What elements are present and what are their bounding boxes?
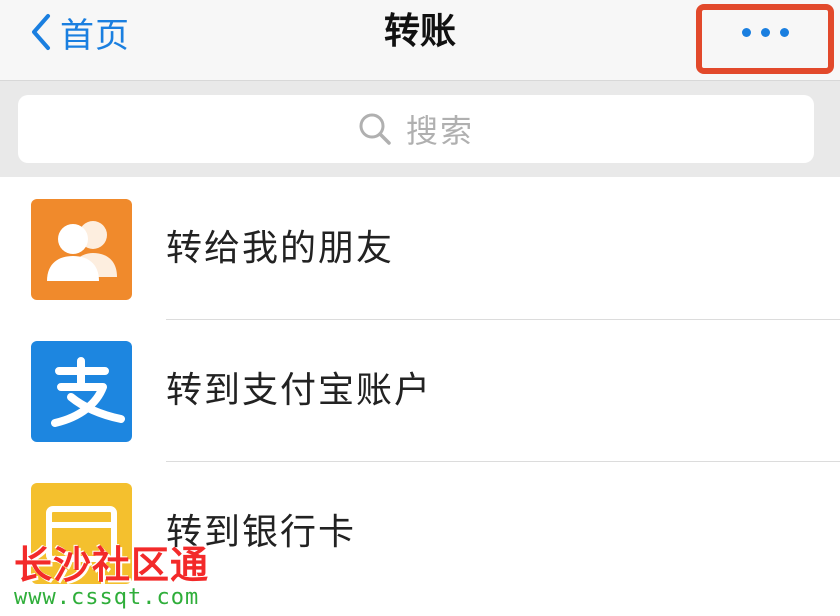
list-item-label: 转到银行卡: [166, 512, 357, 553]
list-item-label: 转给我的朋友: [166, 228, 395, 269]
list-item-transfer-to-alipay[interactable]: 转到支付宝账户: [0, 320, 840, 462]
navigation-bar: 首页 转账: [0, 0, 840, 81]
search-bar-container: 搜索: [0, 81, 840, 177]
list-item-transfer-to-bank-card[interactable]: 转到银行卡: [0, 462, 840, 604]
search-placeholder: 搜索: [405, 112, 474, 150]
more-dots-icon: [741, 27, 789, 37]
transfer-options-list: 转给我的朋友 转到支付宝账户 转到银行卡: [0, 178, 840, 604]
search-icon: [359, 113, 391, 145]
friends-icon: [31, 199, 132, 300]
list-item-label: 转到支付宝账户: [166, 370, 433, 411]
search-input[interactable]: 搜索: [18, 95, 814, 163]
more-button[interactable]: [696, 4, 834, 74]
alipay-icon: [31, 341, 132, 442]
list-item-transfer-to-friend[interactable]: 转给我的朋友: [0, 178, 840, 320]
bank-card-icon: [31, 483, 132, 584]
